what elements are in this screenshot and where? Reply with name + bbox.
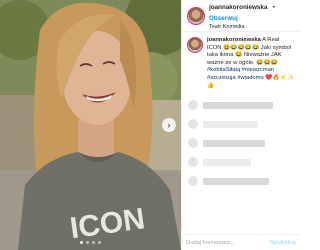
chevron-right-icon: › (167, 119, 171, 130)
post-caption: joannakoroniewska A Real ICON 😆😂😂😂😂 Jaki… (182, 32, 300, 90)
username-link[interactable]: joannakoroniewska (209, 4, 267, 11)
carousel-dots (0, 241, 181, 244)
comment-bar: Opublikuj (182, 234, 300, 250)
carousel-dot (86, 241, 89, 244)
caption-hashtags[interactable]: #kobitaSiłatą #niewzcman #szczesuja #wia… (207, 67, 274, 81)
comment-input[interactable] (186, 239, 270, 246)
caption-username[interactable]: joannakoroniewska (207, 37, 261, 43)
carousel-dot (92, 241, 95, 244)
blurred-comment (188, 157, 294, 168)
post-header: joannakoroniewska • Obserwuj Teatr Komed… (182, 0, 300, 32)
post-side-panel: joannakoroniewska • Obserwuj Teatr Komed… (181, 0, 300, 250)
publish-button[interactable]: Opublikuj (269, 240, 296, 246)
blurred-comment (188, 119, 294, 130)
location-link[interactable]: Teatr Komedia (209, 23, 295, 31)
blurred-comments (188, 100, 294, 187)
caption-avatar[interactable] (187, 37, 203, 53)
instagram-post: ICON › joannakoroniewska • Obserwuj Teat… (0, 0, 300, 250)
follow-button[interactable]: Obserwuj (209, 15, 238, 22)
blurred-comment (188, 176, 294, 187)
header-text: joannakoroniewska • Obserwuj Teatr Komed… (209, 1, 295, 31)
carousel-dot (98, 241, 101, 244)
blurred-comment (188, 138, 294, 149)
next-photo-button[interactable]: › (162, 118, 176, 132)
caption-text: joannakoroniewska A Real ICON 😆😂😂😂😂 Jaki… (207, 37, 295, 90)
carousel-dot (80, 241, 83, 244)
woman-photo-illustration: ICON (0, 0, 181, 250)
post-photo[interactable]: ICON › (0, 0, 181, 250)
separator-dot: • (272, 5, 276, 11)
avatar[interactable] (187, 7, 205, 25)
blurred-comment (188, 100, 294, 111)
